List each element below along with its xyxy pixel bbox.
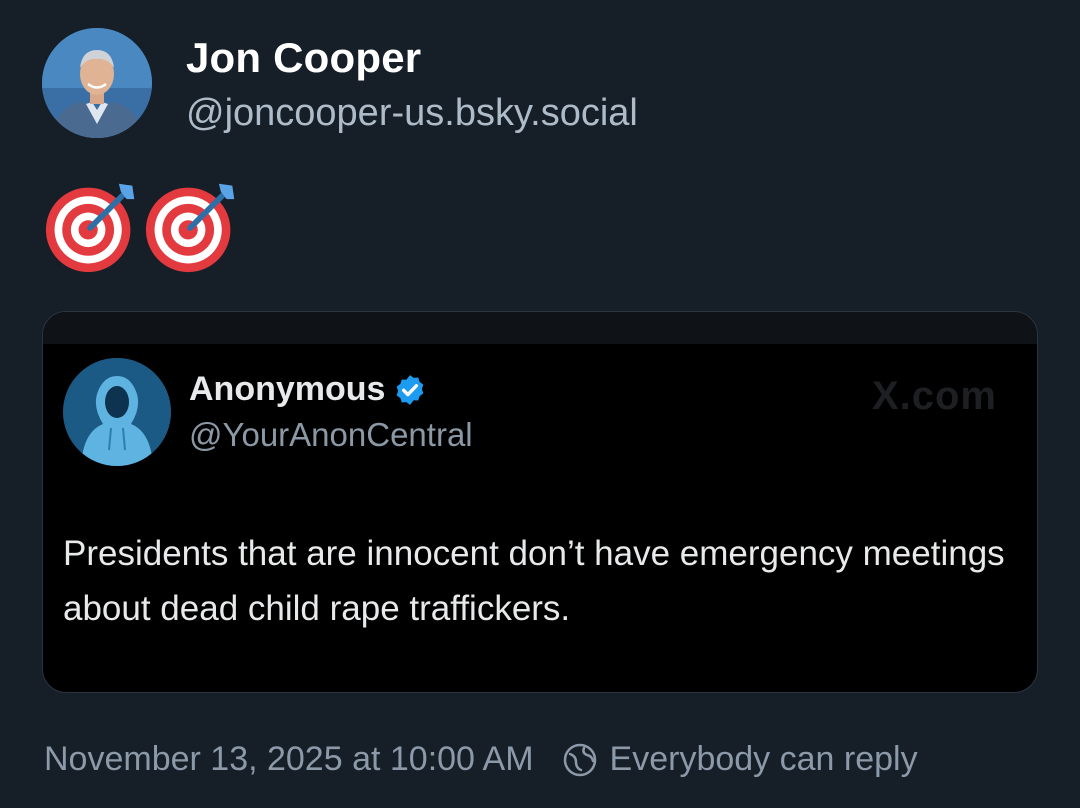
author-name[interactable]: Jon Cooper [186,34,421,82]
direct-hit-target-icon [145,183,235,273]
direct-hit-target-icon [45,183,135,273]
post-timestamp[interactable]: November 13, 2025 at 10:00 AM [44,740,534,779]
embed-author-name-text: Anonymous [189,370,386,408]
embed-top-bar [43,312,1037,344]
author-avatar[interactable] [42,28,152,138]
embed-post-text: Presidents that are innocent don’t have … [63,534,1005,628]
watermark: X.com [871,374,997,418]
post-text [44,178,240,278]
verified-badge-icon [397,374,424,405]
profile-photo-icon [42,28,152,138]
embedded-image[interactable]: Anonymous @YourAnonCentral X.com Preside… [42,311,1038,693]
globe-icon [563,743,596,776]
embed-author-name: Anonymous [189,370,427,409]
hooded-figure-icon [63,358,171,466]
post-footer: November 13, 2025 at 10:00 AM Everybody … [44,740,918,779]
embed-author-handle: @YourAnonCentral [189,416,473,453]
author-handle[interactable]: @joncooper-us.bsky.social [186,92,638,135]
reply-setting[interactable]: Everybody can reply [610,740,918,779]
embed-author-avatar [63,358,171,466]
